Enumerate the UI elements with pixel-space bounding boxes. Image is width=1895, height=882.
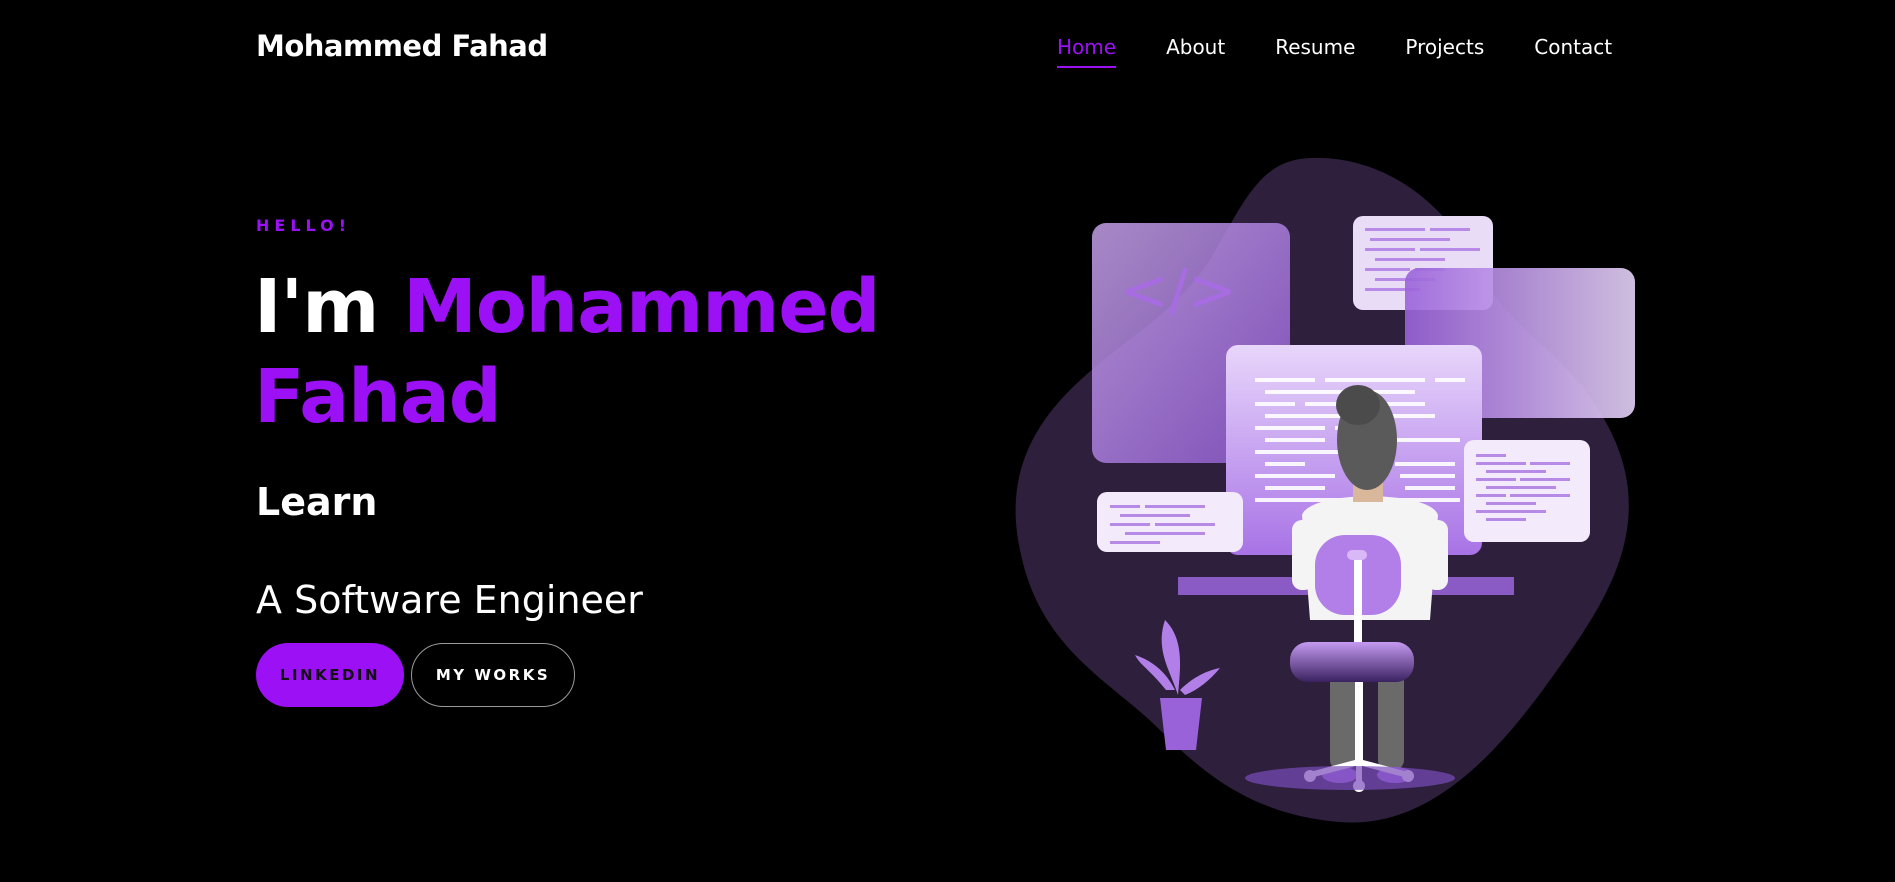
page: Mohammed Fahad Home About Resume Project… [0, 0, 1895, 882]
hero-typed-word: Learn [256, 480, 378, 524]
my-works-button[interactable]: MY WORKS [411, 643, 575, 707]
developer-at-desk-illustration: </> [1015, 157, 1635, 823]
code-symbol: </> [1120, 256, 1237, 324]
navbar: Mohammed Fahad Home About Resume Project… [0, 0, 1895, 100]
floor-shadow [1245, 766, 1455, 790]
nav-item-home[interactable]: Home [1057, 35, 1117, 68]
brand-logo[interactable]: Mohammed Fahad [256, 29, 548, 63]
hero-title: I'm Mohammed Fahad [254, 262, 954, 442]
linkedin-button[interactable]: LINKEDIN [256, 643, 404, 707]
nav-links: Home About Resume Projects Contact [1057, 35, 1612, 68]
hero-greeting: HELLO! [256, 216, 352, 235]
nav-item-contact[interactable]: Contact [1534, 35, 1612, 65]
nav-item-resume[interactable]: Resume [1275, 35, 1355, 65]
hero-role: A Software Engineer [256, 578, 643, 622]
nav-item-projects[interactable]: Projects [1405, 35, 1484, 65]
nav-item-about[interactable]: About [1166, 35, 1225, 65]
hero-title-name-last: Fahad [254, 354, 502, 440]
hero-title-name-first: Mohammed [403, 264, 880, 350]
hero-title-prefix: I'm [254, 264, 379, 350]
